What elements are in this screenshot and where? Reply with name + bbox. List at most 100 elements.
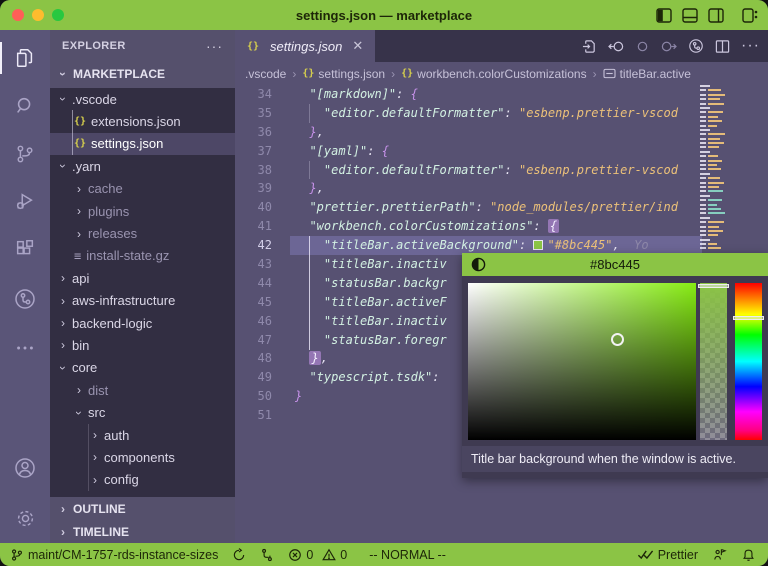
minimap[interactable]: [700, 85, 730, 265]
tree-item-label: releases: [88, 226, 137, 241]
hue-handle[interactable]: [733, 316, 764, 320]
line-number: 39: [235, 179, 290, 198]
chevron-down-icon: ›: [72, 408, 86, 418]
formatter-name: Prettier: [658, 548, 698, 562]
toggle-panel-icon[interactable]: [682, 8, 698, 23]
previous-change-icon[interactable]: [608, 39, 625, 54]
notifications-bell-icon[interactable]: [741, 547, 756, 562]
git-graph-icon[interactable]: [260, 548, 274, 562]
breadcrumb-item[interactable]: .vscode: [245, 67, 286, 81]
color-hex-value[interactable]: #8bc445: [462, 257, 768, 272]
line-number: 41: [235, 217, 290, 236]
tree-item-dist[interactable]: ›dist: [50, 379, 235, 401]
tree-item-config[interactable]: ›config: [50, 469, 235, 491]
settings-gear-icon[interactable]: [0, 498, 50, 538]
current-change-icon[interactable]: [636, 40, 649, 53]
more-editor-actions-icon[interactable]: ···: [741, 37, 760, 55]
tree-item-label: .vscode: [72, 92, 117, 107]
json-file-icon: {}: [74, 116, 86, 127]
close-tab-icon[interactable]: ✕: [352, 38, 363, 54]
breadcrumb-item[interactable]: {}settings.json: [302, 67, 385, 81]
tree-item-releases[interactable]: ›releases: [50, 222, 235, 244]
tree-item-label: .yarn: [72, 159, 101, 174]
gitlens-icon[interactable]: [688, 38, 704, 54]
color-swatch[interactable]: [533, 240, 543, 250]
formatter-item[interactable]: Prettier: [637, 548, 698, 562]
tree-item-src[interactable]: ›src: [50, 401, 235, 423]
next-change-icon[interactable]: [660, 39, 677, 54]
saturation-picker-dot[interactable]: [611, 333, 624, 346]
color-picker-widget: #8bc445 Title bar background when the wi…: [462, 253, 768, 478]
tree-item-extensions-json[interactable]: {} extensions.json: [50, 110, 235, 132]
line-number: 38: [235, 161, 290, 180]
open-changes-icon[interactable]: [582, 39, 597, 54]
code-line-35: "editor.defaultFormatter": "esbenp.prett…: [295, 104, 702, 123]
customize-layout-icon[interactable]: [742, 8, 758, 23]
tree-item-backend-logic[interactable]: ›backend-logic: [50, 312, 235, 334]
split-editor-icon[interactable]: [715, 39, 730, 54]
branch-name: maint/CM-1757-rds-instance-sizes: [28, 548, 218, 562]
sync-changes-icon[interactable]: [232, 548, 246, 562]
remote-graph-icon[interactable]: [0, 279, 50, 319]
opacity-handle[interactable]: [698, 284, 729, 288]
contrast-toggle-icon[interactable]: [471, 257, 486, 272]
tab-settings-json[interactable]: {} settings.json ✕: [235, 30, 375, 62]
explorer-more-actions-icon[interactable]: ···: [206, 38, 223, 54]
run-debug-icon[interactable]: [0, 181, 50, 221]
chevron-right-icon: ›: [58, 502, 68, 516]
tree-item-plugins[interactable]: ›plugins: [50, 200, 235, 222]
tree-item-label: backend-logic: [72, 316, 152, 331]
breadcrumb-item[interactable]: {}workbench.colorCustomizations: [401, 67, 586, 81]
tree-item-components[interactable]: ›components: [50, 446, 235, 468]
feedback-icon[interactable]: [712, 547, 727, 562]
toggle-secondary-sidebar-icon[interactable]: [708, 8, 724, 23]
tree-item-settings-json[interactable]: {}settings.json: [50, 133, 235, 155]
tree-item-core[interactable]: ›core: [50, 357, 235, 379]
toggle-primary-sidebar-icon[interactable]: [656, 8, 672, 23]
json-file-icon: {}: [247, 41, 259, 52]
tree-item-label: extensions.json: [91, 114, 181, 129]
tree-item-bin[interactable]: ›bin: [50, 334, 235, 356]
tree-item-api[interactable]: ›api: [50, 267, 235, 289]
explorer-sidebar: EXPLORER ··· › MARKETPLACE ›.vscode{}ext…: [50, 30, 235, 543]
line-number: 34: [235, 85, 290, 104]
tree-item-install-state-gz[interactable]: ≡install-state.gz: [50, 245, 235, 267]
chevron-right-icon: ›: [58, 271, 68, 285]
chevron-right-icon: ›: [74, 383, 84, 397]
outline-section-header[interactable]: › OUTLINE: [50, 497, 235, 521]
status-bar: maint/CM-1757-rds-instance-sizes 0 0 -- …: [0, 543, 768, 566]
workspace-section-header[interactable]: › MARKETPLACE: [50, 62, 235, 86]
tree-item--vscode[interactable]: ›.vscode: [50, 88, 235, 110]
extensions-icon[interactable]: [0, 229, 50, 269]
search-icon[interactable]: [0, 86, 50, 126]
chevron-down-icon: ›: [56, 161, 70, 171]
problems-item[interactable]: 0 0: [288, 548, 347, 562]
explorer-icon[interactable]: [0, 38, 50, 78]
tree-item-label: install-state.gz: [86, 248, 169, 263]
code-line-36: },: [295, 123, 702, 142]
line-number: 48: [235, 349, 290, 368]
hue-strip[interactable]: [735, 283, 762, 440]
tab-bar: {} settings.json ✕ ···: [235, 30, 768, 62]
source-control-icon[interactable]: [0, 134, 50, 174]
activity-bar: [0, 30, 50, 543]
breadcrumb-label: .vscode: [245, 67, 286, 81]
code-line-34: "[markdown]": {: [295, 85, 702, 104]
json-file-icon: {}: [74, 138, 86, 149]
tree-item-cache[interactable]: ›cache: [50, 178, 235, 200]
tree-item--yarn[interactable]: ›.yarn: [50, 155, 235, 177]
timeline-section-header[interactable]: › TIMELINE: [50, 520, 235, 544]
opacity-strip[interactable]: [700, 283, 727, 440]
more-views-icon[interactable]: [0, 328, 50, 368]
breadcrumb-item[interactable]: titleBar.active: [603, 67, 691, 81]
tree-item-auth[interactable]: ›auth: [50, 424, 235, 446]
saturation-box[interactable]: [468, 283, 696, 440]
line-number: 47: [235, 331, 290, 350]
git-branch-item[interactable]: maint/CM-1757-rds-instance-sizes: [10, 548, 218, 562]
accounts-icon[interactable]: [0, 448, 50, 488]
chevron-down-icon: ›: [56, 69, 70, 79]
explorer-title: EXPLORER: [62, 40, 206, 52]
vim-mode-indicator[interactable]: -- NORMAL --: [369, 548, 446, 562]
tree-item-aws-infrastructure[interactable]: ›aws-infrastructure: [50, 290, 235, 312]
window-title: settings.json — marketplace: [0, 8, 768, 23]
